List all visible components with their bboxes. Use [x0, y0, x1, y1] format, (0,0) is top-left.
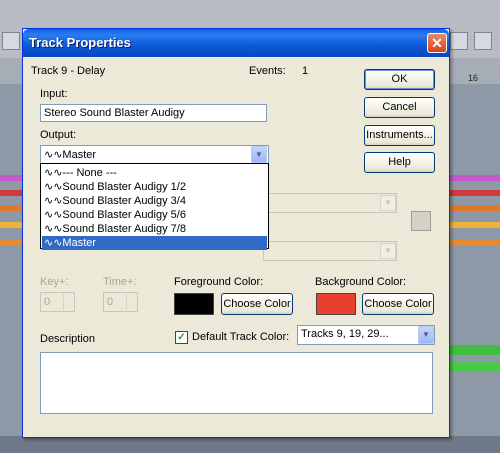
foreground-color-label: Foreground Color: — [174, 276, 264, 288]
background-color-swatch — [316, 293, 356, 315]
output-combo-value: ∿∿Master — [44, 149, 97, 161]
cancel-button[interactable]: Cancel — [364, 97, 435, 118]
track-properties-dialog: Track Properties ✕ Track 9 - Delay Event… — [22, 28, 450, 438]
track-clip — [450, 240, 500, 246]
track-clip — [0, 240, 22, 246]
key-value: 0 — [44, 296, 51, 308]
track-clip — [450, 222, 500, 228]
background-color-label: Background Color: — [315, 276, 407, 288]
output-option-audigy-3-4[interactable]: ∿∿Sound Blaster Audigy 3/4 — [42, 194, 267, 208]
track-list-right — [450, 84, 500, 453]
track-clip — [450, 190, 500, 196]
time-label: Time+: — [103, 276, 137, 288]
spin-buttons — [126, 294, 136, 310]
key-label: Key+: — [40, 276, 69, 288]
foreground-color-swatch — [174, 293, 214, 315]
description-label: Description — [40, 333, 96, 345]
track-clip — [450, 175, 500, 181]
default-track-color-label: Default Track Color: — [192, 331, 290, 343]
move-tool-icon[interactable] — [2, 32, 20, 50]
title-bar[interactable]: Track Properties ✕ — [23, 29, 449, 57]
tracks-combo-value: Tracks 9, 19, 29... — [301, 328, 389, 340]
chevron-down-icon: ▼ — [380, 195, 396, 211]
time-value: 0 — [107, 296, 114, 308]
key-stepper: 0 — [40, 292, 75, 312]
status-bar — [0, 436, 500, 453]
disabled-combo — [263, 241, 397, 261]
instruments-button[interactable]: Instruments... — [364, 125, 435, 146]
instrument-icon — [411, 211, 431, 231]
disabled-combo — [263, 193, 397, 213]
help-button[interactable]: Help — [364, 152, 435, 173]
chevron-down-icon[interactable]: ▼ — [418, 326, 434, 344]
output-option-none[interactable]: ∿∿--- None --- — [42, 166, 267, 180]
input-field[interactable]: Stereo Sound Blaster Audigy — [40, 104, 267, 122]
track-list-left — [0, 84, 22, 453]
track-clip — [450, 345, 500, 355]
track-clip — [0, 175, 22, 181]
output-option-audigy-7-8[interactable]: ∿∿Sound Blaster Audigy 7/8 — [42, 222, 267, 236]
spin-buttons — [63, 294, 73, 310]
description-textarea[interactable] — [40, 352, 433, 414]
foreground-choose-color-button[interactable]: Choose Color — [221, 293, 293, 315]
ruler-label: 16 — [468, 73, 479, 83]
events-value: 1 — [302, 65, 309, 77]
track-clip — [450, 205, 500, 211]
output-label: Output: — [40, 129, 77, 141]
output-combo[interactable]: ∿∿Master — [40, 145, 269, 164]
toolbar-button[interactable] — [450, 32, 468, 50]
toolbar-button[interactable] — [474, 32, 492, 50]
default-track-color-checkbox[interactable]: ✓ — [175, 331, 188, 344]
output-option-master[interactable]: ∿∿Master — [42, 236, 267, 250]
chevron-down-icon[interactable]: ▼ — [251, 146, 267, 163]
events-label: Events: — [249, 65, 286, 77]
background-choose-color-button[interactable]: Choose Color — [362, 293, 434, 315]
track-clip — [0, 222, 22, 228]
track-clip — [0, 205, 22, 211]
track-clip — [450, 362, 500, 372]
output-dropdown-list: ∿∿--- None --- ∿∿Sound Blaster Audigy 1/… — [40, 163, 269, 250]
dialog-title: Track Properties — [29, 35, 131, 50]
time-stepper: 0 — [103, 292, 138, 312]
track-clip — [0, 190, 22, 196]
track-name: Track 9 - Delay — [31, 65, 106, 77]
close-icon[interactable]: ✕ — [427, 33, 447, 53]
input-label: Input: — [40, 88, 68, 100]
output-option-audigy-1-2[interactable]: ∿∿Sound Blaster Audigy 1/2 — [42, 180, 267, 194]
ok-button[interactable]: OK — [364, 69, 435, 90]
tracks-combo[interactable]: Tracks 9, 19, 29... — [297, 325, 435, 345]
output-option-audigy-5-6[interactable]: ∿∿Sound Blaster Audigy 5/6 — [42, 208, 267, 222]
chevron-down-icon: ▼ — [380, 243, 396, 259]
